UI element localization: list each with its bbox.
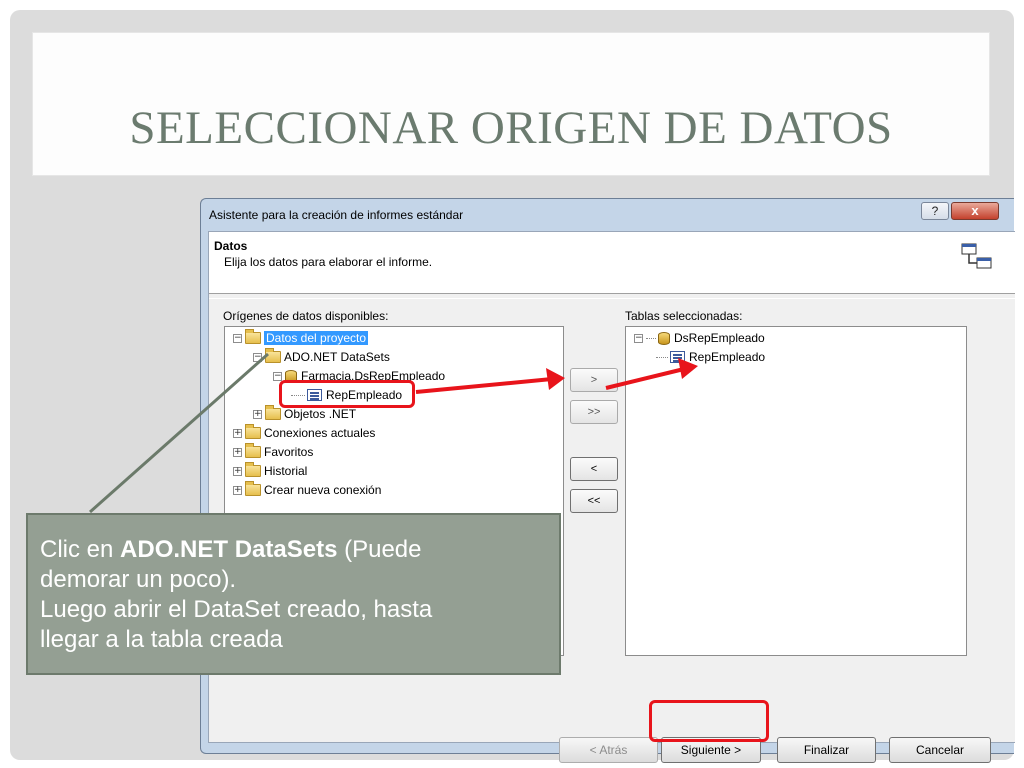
dialog-title: Asistente para la creación de informes e… <box>209 208 464 222</box>
callout-line1-rest: (Puede <box>337 536 422 563</box>
tree-item-label: Favoritos <box>264 445 314 459</box>
folder-icon <box>245 481 261 496</box>
wizard-header: Datos Elija los datos para elaborar el i… <box>209 232 1015 294</box>
folder-icon <box>245 424 261 439</box>
expand-icon[interactable]: + <box>233 428 242 438</box>
tree-item-label: Historial <box>264 464 308 478</box>
callout-line3: Luego abrir el DataSet creado, hasta <box>40 596 433 623</box>
close-button[interactable]: x <box>951 202 999 220</box>
tree-item-label: Conexiones actuales <box>264 426 376 440</box>
data-wizard-icon <box>961 243 992 269</box>
tree-item-label: ADO.NET DataSets <box>284 350 390 364</box>
tree-item-favoritos[interactable]: + Favoritos <box>233 443 313 461</box>
tree-item-label: RepEmpleado <box>689 350 766 364</box>
slide-title: SELECCIONAR ORIGEN DE DATOS <box>129 102 893 154</box>
back-button[interactable]: < Atrás <box>559 737 658 763</box>
tree-item-dsrepempleado[interactable]: − DsRepEmpleado <box>634 329 765 347</box>
selected-tables-label: Tablas seleccionadas: <box>625 309 743 323</box>
tree-item-historial[interactable]: + Historial <box>233 462 307 480</box>
expand-icon[interactable]: + <box>233 466 242 476</box>
expand-icon[interactable]: + <box>253 409 262 419</box>
collapse-icon[interactable]: − <box>634 333 643 343</box>
tree-item-label: Objetos .NET <box>284 407 357 421</box>
add-selected-button[interactable]: > <box>570 368 618 392</box>
finish-button[interactable]: Finalizar <box>777 737 876 763</box>
tree-item-conexiones-actuales[interactable]: + Conexiones actuales <box>233 424 375 442</box>
callout-line4: llegar a la tabla creada <box>40 626 283 653</box>
folder-icon <box>245 462 261 477</box>
help-button[interactable]: ? <box>921 202 949 220</box>
expand-icon[interactable]: + <box>233 447 242 457</box>
tree-item-crear-conexion[interactable]: + Crear nueva conexión <box>233 481 381 499</box>
callout-bold-term: ADO.NET DataSets <box>120 536 338 563</box>
repempleado-highlight <box>279 380 415 408</box>
cancel-button[interactable]: Cancelar <box>889 737 991 763</box>
add-all-button[interactable]: >> <box>570 400 618 424</box>
remove-all-button[interactable]: << <box>570 489 618 513</box>
tree-item-label: Datos del proyecto <box>264 331 369 345</box>
tree-item-label: DsRepEmpleado <box>674 331 765 345</box>
folder-icon <box>245 443 261 458</box>
tree-item-datos-proyecto[interactable]: − Datos del proyecto <box>233 329 369 347</box>
next-button-highlight <box>649 700 769 742</box>
collapse-icon[interactable]: − <box>253 352 262 362</box>
collapse-icon[interactable]: − <box>273 371 282 381</box>
folder-icon <box>265 348 281 363</box>
callout-prefix: Clic en <box>40 536 121 563</box>
callout-line2: demorar un poco). <box>40 566 237 593</box>
title-box: SELECCIONAR ORIGEN DE DATOS <box>32 32 990 176</box>
tree-connector <box>656 356 668 358</box>
selected-tables-tree[interactable]: − DsRepEmpleado RepEmpleado <box>625 326 967 656</box>
dataset-icon <box>658 331 670 345</box>
folder-icon <box>265 405 281 420</box>
available-sources-label: Orígenes de datos disponibles: <box>223 309 389 323</box>
table-icon <box>670 351 685 363</box>
header-subtitle: Elija los datos para elaborar el informe… <box>224 255 433 269</box>
folder-icon <box>245 329 261 344</box>
tree-item-selected-repempleado[interactable]: RepEmpleado <box>656 348 765 366</box>
tree-item-label: Crear nueva conexión <box>264 483 382 497</box>
collapse-icon[interactable]: − <box>233 333 242 343</box>
header-title: Datos <box>214 239 248 253</box>
remove-selected-button[interactable]: < <box>570 457 618 481</box>
expand-icon[interactable]: + <box>233 485 242 495</box>
tree-connector <box>646 337 656 339</box>
tree-item-ado-net-datasets[interactable]: − ADO.NET DataSets <box>253 348 390 366</box>
instruction-callout: Clic en ADO.NET DataSets (Puede demorar … <box>26 513 561 675</box>
